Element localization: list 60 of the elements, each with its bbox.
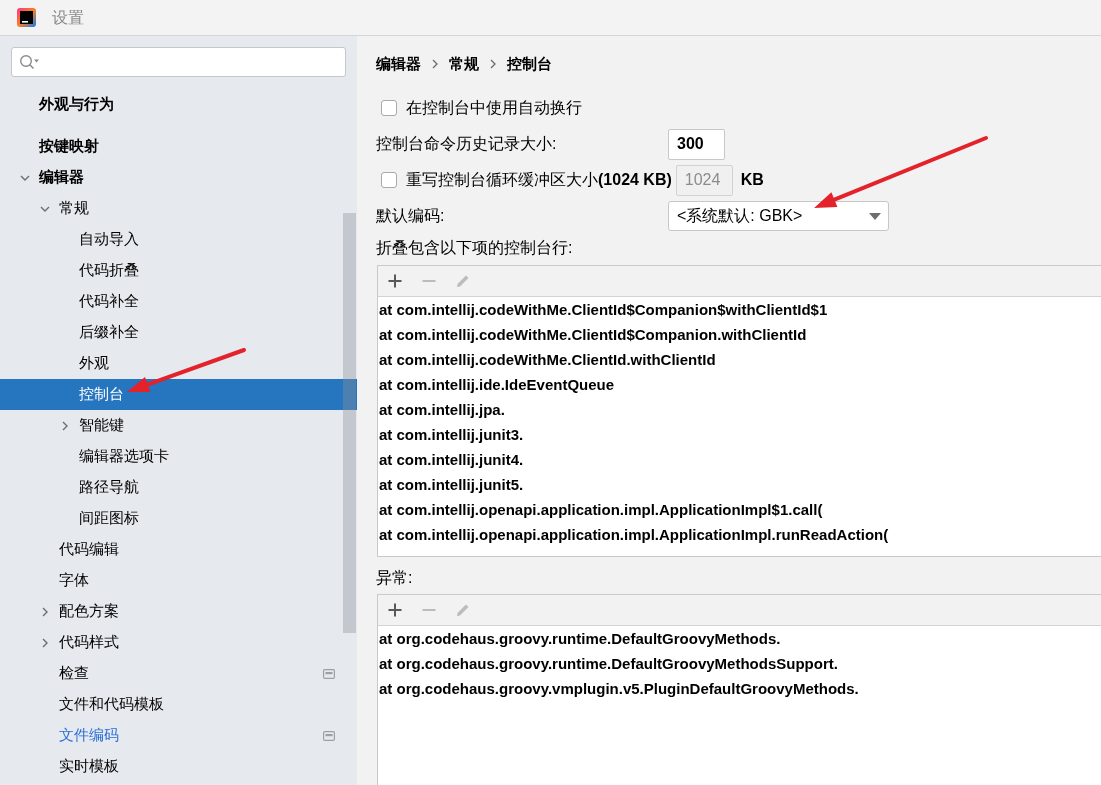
section-label: 异常: <box>376 568 413 588</box>
tree-item[interactable]: 字体 <box>59 565 89 596</box>
option-label: 重写控制台循环缓冲区大小(1024 KB) <box>406 170 672 190</box>
list-item[interactable]: at com.intellij.codeWithMe.ClientId.withClientId <box>378 347 1101 372</box>
search-icon <box>19 54 39 70</box>
list-item[interactable]: at org.codehaus.groovy.runtime.DefaultGroovyMethods. <box>378 626 1101 651</box>
scrollbar-thumb[interactable] <box>343 213 356 633</box>
search-field[interactable] <box>11 47 346 77</box>
list-item[interactable]: at org.codehaus.groovy.vmplugin.v5.PluginDefaultGroovyMethods. <box>378 676 1101 701</box>
tree-item[interactable]: 代码编辑 <box>59 534 119 565</box>
tree-item[interactable]: 配色方案 <box>39 596 119 627</box>
tree-item[interactable]: 实时模板 <box>59 751 119 782</box>
list-item[interactable]: at com.intellij.codeWithMe.ClientId$Companion.withClientId <box>378 322 1101 347</box>
list-item[interactable]: at com.intellij.junit5. <box>378 472 1101 497</box>
section-label: 折叠包含以下项的控制台行: <box>376 238 573 258</box>
list-item[interactable]: at com.intellij.jpa. <box>378 397 1101 422</box>
pencil-icon <box>456 274 470 288</box>
tree-item[interactable]: 常规 <box>39 193 89 224</box>
breadcrumb-item: 常规 <box>449 53 479 74</box>
encoding-dropdown[interactable]: <系统默认: GBK> <box>668 201 889 231</box>
tree-item[interactable]: 后缀补全 <box>79 317 139 348</box>
tree-item[interactable]: 自动导入 <box>79 224 139 255</box>
field-label: 控制台命令历史记录大小: <box>376 134 558 154</box>
pencil-icon <box>456 603 470 617</box>
chevron-right-icon <box>490 59 496 69</box>
list-item[interactable]: at com.intellij.openapi.application.impl.ApplicationImpl$1.call( <box>378 497 1101 522</box>
list-item[interactable]: at com.intellij.ide.IdeEventQueue <box>378 372 1101 397</box>
list-item[interactable]: at org.codehaus.groovy.runtime.DefaultGroovyMethodsSupport. <box>378 651 1101 676</box>
tree-item[interactable]: 文件编码 <box>59 720 119 751</box>
breadcrumb-item: 编辑器 <box>376 53 421 74</box>
chevron-right-icon <box>432 59 438 69</box>
list-item[interactable]: at com.intellij.junit4. <box>378 447 1101 472</box>
tree-item[interactable]: 按键映射 <box>39 131 99 162</box>
window-title: 设置 <box>52 7 84 28</box>
list-item[interactable]: at com.intellij.junit3. <box>378 422 1101 447</box>
plus-icon <box>388 274 402 288</box>
tree-item[interactable]: 代码样式 <box>39 627 119 658</box>
checkbox[interactable] <box>381 100 397 116</box>
tree-item[interactable]: 检查 <box>59 658 89 689</box>
list-item[interactable]: at com.intellij.openapi.application.impl.ApplicationImpl.runReadAction( <box>378 522 1101 547</box>
tree-item[interactable]: 外观 <box>79 348 109 379</box>
tree-item[interactable]: 路径导航 <box>79 472 139 503</box>
tree-item[interactable]: 智能键 <box>59 410 124 441</box>
option-label: 在控制台中使用自动换行 <box>406 98 582 118</box>
caret-down-icon <box>869 212 881 220</box>
tree-item[interactable]: 外观与行为 <box>39 89 114 120</box>
tree-item[interactable]: 编辑器 <box>19 162 84 193</box>
app-logo-icon <box>17 8 36 27</box>
tree-item[interactable]: 代码补全 <box>79 286 139 317</box>
breadcrumb-item: 控制台 <box>507 53 552 74</box>
tree-item[interactable]: 间距图标 <box>79 503 139 534</box>
field-label: 默认编码: <box>376 206 446 226</box>
plus-icon <box>388 603 402 617</box>
unit-label: KB <box>740 170 764 190</box>
tree-item[interactable]: 编辑器选项卡 <box>79 441 169 472</box>
list-item[interactable]: at com.intellij.codeWithMe.ClientId$Companion$withClientId$1 <box>378 297 1101 322</box>
tree-item[interactable]: 文件和代码模板 <box>59 689 164 720</box>
tree-item[interactable]: 控制台 <box>0 379 357 410</box>
number-field[interactable]: 300 <box>668 128 725 160</box>
tree-item[interactable]: 代码折叠 <box>79 255 139 286</box>
